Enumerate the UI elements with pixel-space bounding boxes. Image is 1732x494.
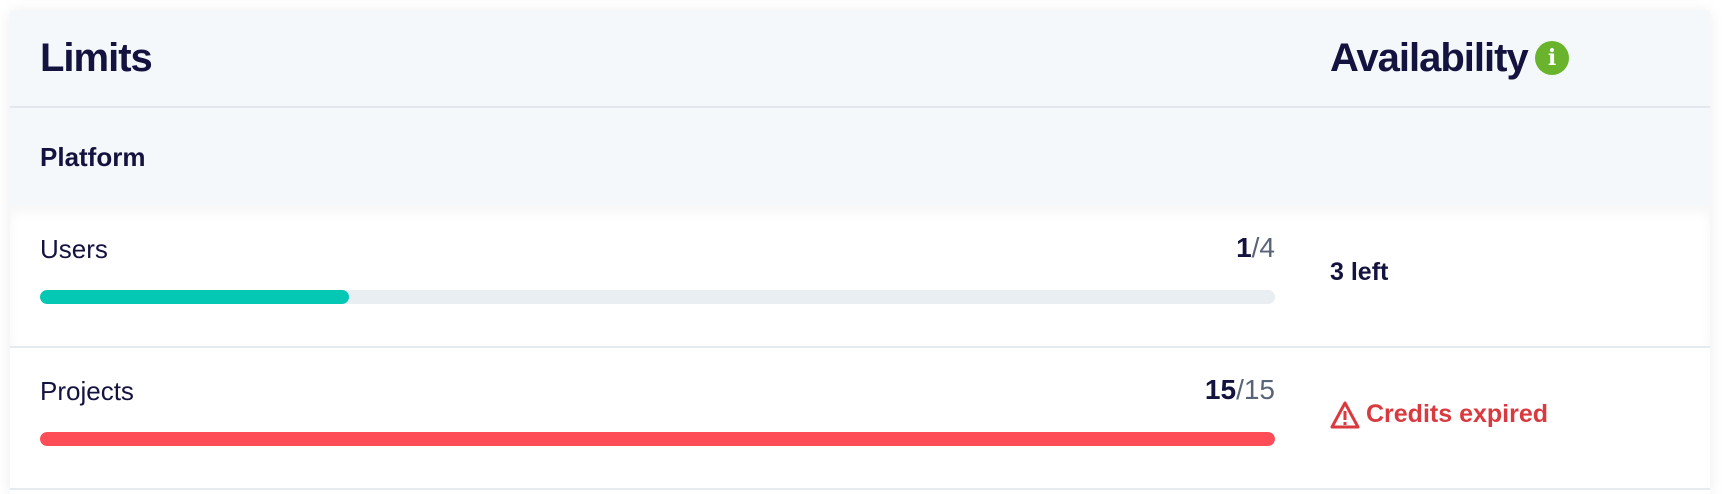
limits-card: Limits Availability i Platform Users 1/4… — [10, 10, 1710, 494]
total-count: 4 — [1259, 232, 1275, 263]
section-title: Platform — [40, 142, 146, 172]
info-icon[interactable]: i — [1535, 41, 1569, 75]
warning-icon — [1330, 401, 1360, 428]
progress-fill-users — [40, 290, 349, 304]
count-separator: / — [1236, 374, 1244, 405]
progress-track-users — [40, 290, 1275, 304]
total-count: 15 — [1243, 374, 1275, 405]
availability-status-text: Credits expired — [1366, 400, 1549, 428]
availability-users: 3 left — [1330, 258, 1389, 286]
section-header-platform: Platform — [10, 108, 1710, 206]
limit-count-projects: 15/15 — [1205, 374, 1275, 406]
limit-row-users: Users 1/4 3 left — [10, 206, 1710, 348]
progress-track-projects — [40, 432, 1275, 446]
used-count: 1 — [1236, 232, 1252, 263]
table-header: Limits Availability i — [10, 10, 1710, 108]
limits-title: Limits — [40, 36, 153, 80]
limit-count-users: 1/4 — [1236, 232, 1275, 264]
used-count: 15 — [1204, 374, 1237, 405]
limit-label-users: Users — [40, 234, 108, 264]
limit-row-projects: Projects 15/15 Credits expired — [10, 348, 1710, 490]
availability-title: Availability — [1330, 36, 1529, 80]
progress-fill-projects — [40, 432, 1275, 446]
availability-projects: Credits expired — [1330, 400, 1548, 429]
limit-label-projects: Projects — [40, 376, 134, 406]
